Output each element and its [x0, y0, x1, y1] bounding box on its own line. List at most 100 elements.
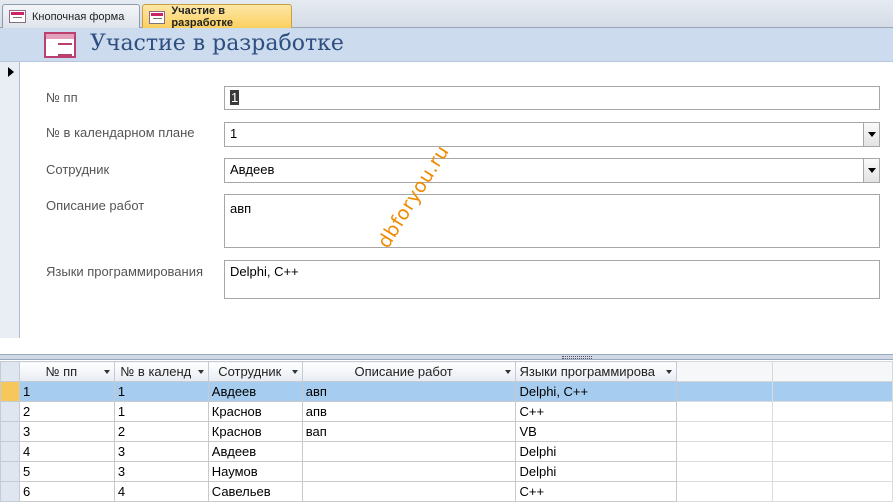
cell-plan[interactable]: 4 [113, 481, 209, 502]
employee-label: Сотрудник [46, 162, 110, 177]
header-row: № пп № в календ Сотрудник Описание работ… [0, 361, 893, 382]
cell-lang[interactable]: C++ [515, 481, 678, 502]
empty-cell [772, 421, 893, 442]
row-selector[interactable] [0, 401, 20, 422]
column-header[interactable]: № пп [18, 361, 115, 382]
cell-plan[interactable]: 2 [113, 421, 209, 442]
split-form-splitter[interactable] [0, 354, 893, 360]
cell-desc[interactable] [301, 461, 517, 482]
num-value: 1 [230, 90, 240, 105]
tab-participation[interactable]: Участие в разработке [142, 4, 292, 29]
cell-employee[interactable]: Краснов [207, 401, 303, 422]
plan-value: 1 [230, 126, 238, 141]
cell-employee[interactable]: Краснов [207, 421, 303, 442]
row-selector[interactable] [0, 461, 20, 482]
chevron-down-icon[interactable] [863, 159, 879, 182]
chevron-down-icon[interactable] [103, 370, 110, 374]
cell-desc[interactable]: вап [301, 421, 517, 442]
tab-switchboard[interactable]: Кнопочная форма [2, 4, 140, 28]
lang-value: Delphi, C++ [230, 264, 299, 279]
cell-lang[interactable]: C++ [515, 401, 678, 422]
table-row[interactable]: 1 1 Авдеев авп Delphi, C++ [0, 381, 893, 402]
empty-cell [676, 401, 774, 422]
cell-lang[interactable]: VB [515, 421, 678, 442]
table-row[interactable]: 2 1 Краснов апв C++ [0, 401, 893, 422]
cell-plan[interactable]: 1 [113, 401, 209, 422]
cell-employee[interactable]: Савельев [207, 481, 303, 502]
column-header[interactable]: Описание работ [301, 361, 517, 382]
empty-cell [772, 401, 893, 422]
empty-cell [676, 441, 774, 462]
datasheet-table: № пп № в календ Сотрудник Описание работ… [0, 361, 893, 502]
lang-field[interactable]: Delphi, C++ [224, 260, 880, 299]
current-record-arrow-icon [8, 67, 14, 77]
form-icon [9, 10, 26, 23]
tab-label: Участие в разработке [171, 5, 233, 29]
datasheet: № пп № в календ Сотрудник Описание работ… [0, 361, 893, 502]
plan-combobox[interactable]: 1 [224, 122, 880, 147]
empty-cell [676, 481, 774, 502]
desc-field[interactable]: авп [224, 194, 880, 248]
select-all-corner[interactable] [0, 361, 20, 382]
num-field[interactable]: 1 [224, 86, 880, 110]
cell-employee[interactable]: Наумов [207, 461, 303, 482]
table-row[interactable]: 5 3 Наумов Delphi [0, 461, 893, 482]
cell-num[interactable]: 3 [18, 421, 115, 442]
empty-cell [676, 461, 774, 482]
form-title: Участие в разработке [90, 31, 344, 56]
table-row[interactable]: 4 3 Авдеев Delphi [0, 441, 893, 462]
cell-lang[interactable]: Delphi, C++ [515, 381, 678, 402]
cell-num[interactable]: 1 [18, 381, 115, 402]
form-header: Участие в разработке [0, 28, 893, 62]
cell-num[interactable]: 4 [18, 441, 115, 462]
cell-num[interactable]: 2 [18, 401, 115, 422]
cell-employee[interactable]: Авдеев [207, 441, 303, 462]
cell-plan[interactable]: 3 [113, 441, 209, 462]
num-label: № пп [46, 90, 78, 105]
cell-desc[interactable]: авп [301, 381, 517, 402]
row-selector[interactable] [0, 481, 20, 502]
row-selector[interactable] [0, 421, 20, 442]
chevron-down-icon[interactable] [863, 123, 879, 146]
column-header[interactable]: Языки программирова [515, 361, 678, 382]
row-selector[interactable] [0, 441, 20, 462]
cell-desc[interactable] [301, 481, 517, 502]
chevron-down-icon[interactable] [291, 370, 298, 374]
desc-value: авп [230, 201, 252, 216]
table-row[interactable]: 6 4 Савельев C++ [0, 481, 893, 502]
chevron-down-icon[interactable] [197, 370, 204, 374]
chevron-down-icon[interactable] [505, 370, 512, 374]
empty-cell [676, 381, 774, 402]
empty-column-header [676, 361, 774, 382]
table-row[interactable]: 3 2 Краснов вап VB [0, 421, 893, 442]
chevron-down-icon[interactable] [666, 370, 673, 374]
desc-label: Описание работ [46, 198, 145, 213]
employee-value: Авдеев [230, 162, 275, 177]
empty-column-header [772, 361, 893, 382]
empty-cell [676, 421, 774, 442]
empty-cell [772, 441, 893, 462]
cell-desc[interactable] [301, 441, 517, 462]
empty-cell [772, 481, 893, 502]
cell-desc[interactable]: апв [301, 401, 517, 422]
cell-lang[interactable]: Delphi [515, 461, 678, 482]
column-header[interactable]: № в календ [113, 361, 209, 382]
empty-cell [772, 461, 893, 482]
cell-plan[interactable]: 1 [113, 381, 209, 402]
record-selector[interactable] [0, 62, 20, 338]
document-tab-strip: Кнопочная форма Участие в разработке [0, 0, 893, 29]
tab-label: Кнопочная форма [32, 10, 125, 23]
lang-label: Языки программирования [46, 264, 204, 279]
form-icon [44, 32, 76, 58]
cell-num[interactable]: 5 [18, 461, 115, 482]
splitter-grip-icon [562, 356, 592, 359]
cell-plan[interactable]: 3 [113, 461, 209, 482]
plan-label: № в календарном плане [46, 125, 195, 140]
cell-num[interactable]: 6 [18, 481, 115, 502]
cell-employee[interactable]: Авдеев [207, 381, 303, 402]
employee-combobox[interactable]: Авдеев [224, 158, 880, 183]
form-icon [149, 10, 166, 24]
column-header[interactable]: Сотрудник [207, 361, 303, 382]
row-selector[interactable] [0, 381, 20, 402]
cell-lang[interactable]: Delphi [515, 441, 678, 462]
